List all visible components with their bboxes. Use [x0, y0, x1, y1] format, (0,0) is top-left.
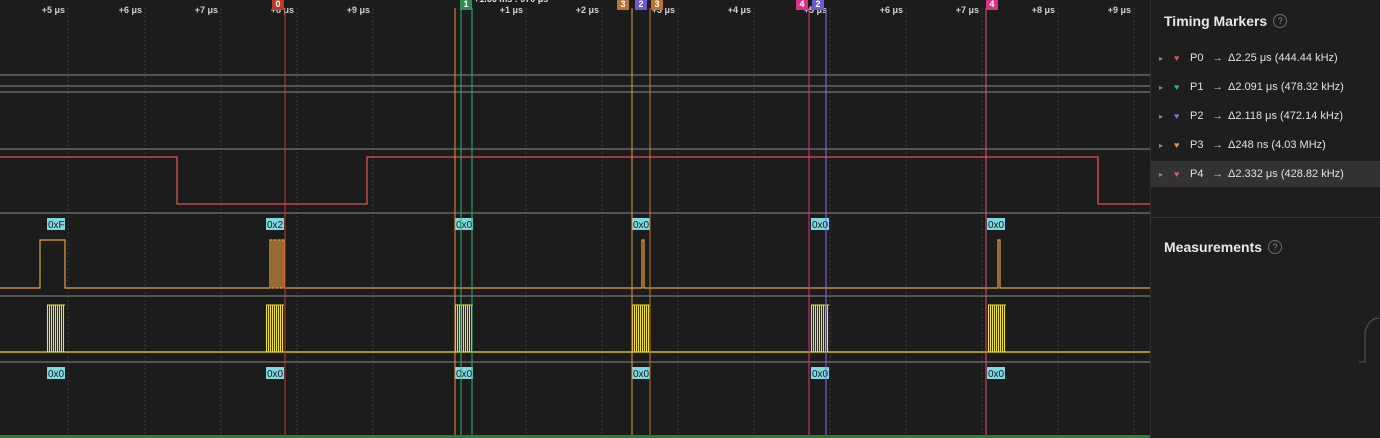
expand-caret-icon[interactable]: ▸ [1159, 54, 1169, 63]
right-panel: Timing Markers ? ▸ ♥ P0 → Δ2.25 μs (444.44 k… [1150, 0, 1380, 438]
marker-tag-label: 0 [275, 0, 280, 9]
marker-name: P2 [1190, 110, 1204, 122]
decoded-value-label: 0x2 [267, 220, 284, 231]
decoded-value-label: 0xF [48, 220, 65, 231]
marker-name: P4 [1190, 168, 1204, 180]
panel-divider [1151, 217, 1380, 218]
marker-tag-label: 2 [638, 0, 643, 9]
marker-color-icon: ♥ [1174, 140, 1180, 150]
marker-delta-value: Δ2.25 μs (444.44 kHz) [1228, 52, 1338, 64]
marker-tag-label: 1 [463, 0, 468, 9]
ruler-tick-label: +8 μs [1032, 5, 1055, 15]
measurements-header: Measurements ? [1164, 239, 1283, 255]
decoded-value-label: 0x0 [988, 369, 1005, 380]
marker-name: P3 [1190, 139, 1204, 151]
measurements-title: Measurements [1164, 239, 1263, 255]
marker-delta-value: Δ2.118 μs (472.14 kHz) [1228, 110, 1343, 122]
ruler-tick-label: +9 μs [347, 5, 370, 15]
ruler-tick-label: +2 μs [576, 5, 599, 15]
marker-name: P1 [1190, 81, 1204, 93]
ruler-tick-label: +6 μs [119, 5, 142, 15]
ruler-tick-label: +6 μs [880, 5, 903, 15]
edge-glyph-icon [1359, 317, 1380, 363]
help-icon[interactable]: ? [1273, 14, 1288, 28]
expand-caret-icon[interactable]: ▸ [1159, 112, 1169, 121]
arrow-right-icon: → [1212, 52, 1223, 64]
timing-markers-title: Timing Markers [1164, 13, 1268, 29]
timing-marker-row[interactable]: ▸ ♥ P2 → Δ2.118 μs (472.14 kHz) [1151, 103, 1380, 129]
marker-tag-label: 3 [620, 0, 625, 9]
decoded-value-label: 0x0 [456, 220, 473, 231]
marker-color-icon: ♥ [1174, 111, 1180, 121]
help-icon[interactable]: ? [1268, 240, 1283, 254]
timing-marker-row[interactable]: ▸ ♥ P4 → Δ2.332 μs (428.82 kHz) [1151, 161, 1380, 187]
expand-caret-icon[interactable]: ▸ [1159, 83, 1169, 92]
decoded-value-label: 0x0 [456, 369, 473, 380]
decoded-value-label: 0x0 [267, 369, 284, 380]
marker-tag-label: 4 [989, 0, 994, 9]
decoded-value-label: 0x0 [633, 220, 650, 231]
decoded-value-label: 0x0 [48, 369, 65, 380]
marker-color-icon: ♥ [1174, 82, 1180, 92]
cursor-time-readout: +1.66 ms : 970 μs [474, 0, 548, 4]
marker-tag-label: 3 [654, 0, 659, 9]
arrow-right-icon: → [1212, 168, 1223, 180]
expand-caret-icon[interactable]: ▸ [1159, 141, 1169, 150]
marker-color-icon: ♥ [1174, 169, 1180, 179]
expand-caret-icon[interactable]: ▸ [1159, 170, 1169, 179]
ruler-tick-label: +9 μs [1108, 5, 1131, 15]
ruler-tick-label: +5 μs [42, 5, 65, 15]
decoded-value-label: 0x0 [988, 220, 1005, 231]
arrow-right-icon: → [1212, 110, 1223, 122]
timing-marker-row[interactable]: ▸ ♥ P0 → Δ2.25 μs (444.44 kHz) [1151, 45, 1380, 71]
marker-name: P0 [1190, 52, 1204, 64]
marker-delta-value: Δ248 ns (4.03 MHz) [1228, 139, 1326, 151]
marker-delta-value: Δ2.332 μs (428.82 kHz) [1228, 168, 1344, 180]
waveform-background [0, 0, 1150, 438]
waveform-view[interactable]: +4 μs +5 μs +6 μs +7 μs +8 μs +9 μs +1 μs +2 μs… [0, 0, 1150, 438]
ruler-tick-label: +1 μs [500, 5, 523, 15]
marker-tag-label: 2 [815, 0, 820, 9]
ruler-tick-label: +4 μs [728, 5, 751, 15]
timing-marker-row[interactable]: ▸ ♥ P3 → Δ248 ns (4.03 MHz) [1151, 132, 1380, 158]
ruler-tick-label: +7 μs [956, 5, 979, 15]
decoded-value-label: 0x0 [633, 369, 650, 380]
marker-delta-value: Δ2.091 μs (478.32 kHz) [1228, 81, 1344, 93]
arrow-right-icon: → [1212, 139, 1223, 151]
ruler-tick-label: +7 μs [195, 5, 218, 15]
marker-tag-label: 4 [799, 0, 804, 9]
timing-markers-header: Timing Markers ? [1164, 13, 1288, 29]
marker-color-icon: ♥ [1174, 53, 1180, 63]
arrow-right-icon: → [1212, 81, 1223, 93]
timing-marker-row[interactable]: ▸ ♥ P1 → Δ2.091 μs (478.32 kHz) [1151, 74, 1380, 100]
